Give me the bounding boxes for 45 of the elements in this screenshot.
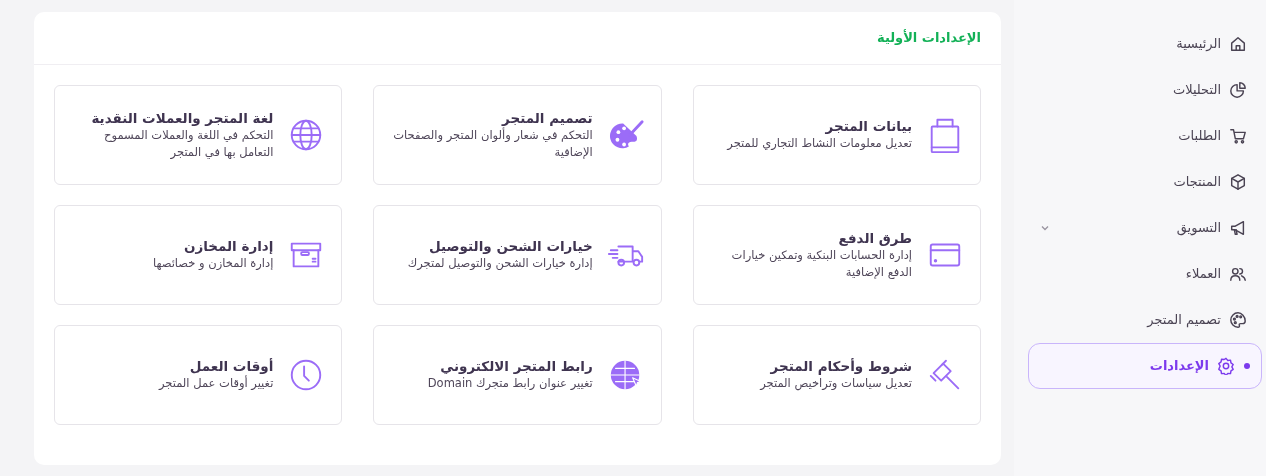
card-description: التحكم في اللغة والعملات المسموح التعامل بها في المتجر (103, 127, 274, 161)
sidebar-item[interactable]: الرئيسية (1028, 21, 1262, 67)
card-title: أوقات العمل (188, 357, 274, 376)
sidebar-item[interactable]: التسويق (1028, 205, 1262, 251)
settings-card[interactable]: إدارة المخازن إدارة المخازن و خصائصها (54, 205, 343, 305)
cart-icon (1229, 127, 1247, 145)
card-description: تعديل معلومات النشاط التجاري للمتجر (727, 135, 912, 153)
settings-card[interactable]: تصميم المتجر التحكم في شعار وألوان المتجر والصفحات الإضافية (373, 85, 662, 185)
settings-card[interactable]: بيانات المتجر تعديل معلومات النشاط التجاري للمتجر (692, 85, 981, 185)
card-title: خيارات الشحن والتوصيل (428, 237, 593, 256)
card-description: التحكم في شعار وألوان المتجر والصفحات الإضافية (392, 127, 593, 161)
settings-card[interactable]: شروط وأحكام المتجر تعديل سياسات وتراخيص المتجر (692, 325, 981, 425)
card-description: إدارة المخازن و خصائصها (152, 255, 274, 273)
box-icon (1229, 173, 1247, 191)
card-title: طرق الدفع (837, 229, 912, 248)
pie-chart-icon (1229, 81, 1247, 99)
card-title: إدارة المخازن (182, 237, 274, 256)
settings-card[interactable]: رابط المتجر الالكتروني تغيير عنوان رابط متجرك Domain (373, 325, 662, 425)
panel-title: الإعدادات الأولية (877, 28, 981, 48)
users-icon (1229, 265, 1247, 283)
settings-icon (1217, 357, 1235, 375)
settings-card[interactable]: طرق الدفع إدارة الحسابات البنكية وتمكين خيارات الدفع الإضافية (692, 205, 981, 305)
sidebar-item[interactable]: العملاء (1028, 251, 1262, 297)
settings-card[interactable]: لغة المتجر والعملات النقدية التحكم في اللغة والعملات المسموح التعامل بها في المتجر (54, 85, 343, 185)
active-dot (1244, 363, 1250, 369)
palette-icon (1229, 311, 1247, 329)
card-title: تصميم المتجر (500, 109, 593, 127)
settings-card[interactable]: خيارات الشحن والتوصيل إدارة خيارات الشحن والتوصيل لمتجرك (373, 205, 662, 305)
card-description: تعديل سياسات وتراخيص المتجر (760, 375, 912, 393)
home-icon (1229, 35, 1247, 53)
sidebar-item[interactable]: الطلبات (1028, 113, 1262, 159)
sidebar-item[interactable]: تصميم المتجر (1028, 297, 1262, 343)
sidebar-item[interactable]: التحليلات (1028, 67, 1262, 113)
card-description: تغيير أوقات عمل المتجر (158, 375, 274, 393)
card-description: إدارة الحسابات البنكية وتمكين خيارات الدفع الإضافية (730, 247, 912, 281)
card-description: إدارة خيارات الشحن والتوصيل لمتجرك (407, 255, 593, 273)
sidebar-item[interactable]: الإعدادات (1028, 343, 1262, 389)
sidebar-item[interactable]: المنتجات (1028, 159, 1262, 205)
card-title: رابط المتجر الالكتروني (439, 357, 593, 376)
card-description: تغيير عنوان رابط متجرك Domain (427, 375, 593, 393)
card-title: لغة المتجر والعملات النقدية (90, 109, 274, 128)
megaphone-icon (1229, 219, 1247, 237)
card-title: بيانات المتجر (824, 117, 912, 136)
settings-card[interactable]: أوقات العمل تغيير أوقات عمل المتجر (54, 325, 343, 425)
card-title: شروط وأحكام المتجر (769, 357, 912, 376)
